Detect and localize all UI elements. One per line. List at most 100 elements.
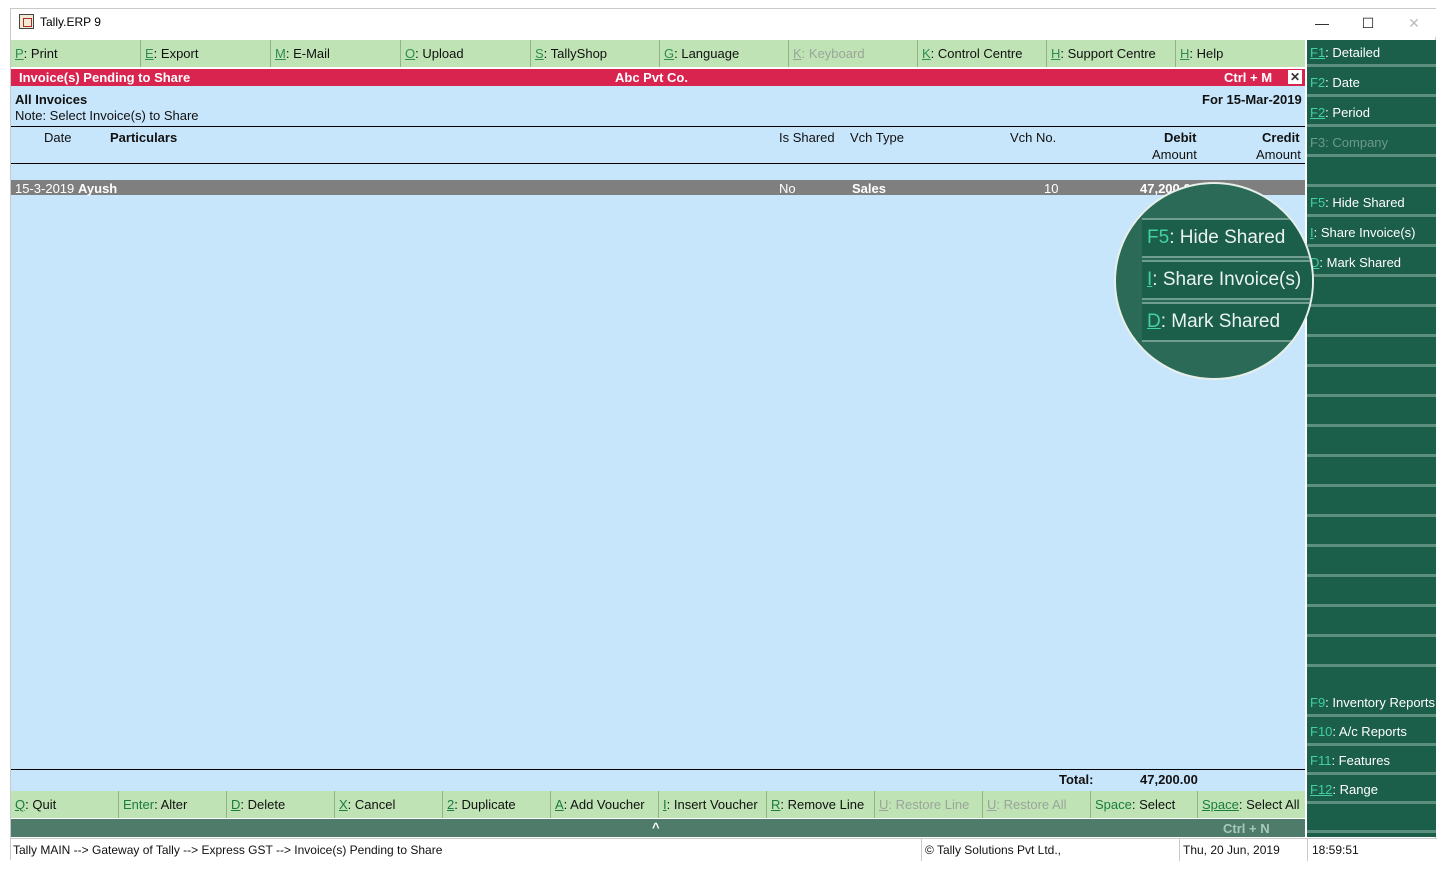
bottom-button-bar: Q: Quit Enter: Alter D: Delete X: Cancel…: [11, 791, 1305, 818]
row-is-shared: No: [779, 181, 796, 196]
control-centre-button[interactable]: K: Control Centre: [918, 40, 1047, 67]
total-label: Total:: [1059, 772, 1094, 787]
col-vch-type: Vch Type: [850, 130, 904, 145]
row-date: 15-3-2019: [15, 181, 75, 196]
mark-shared-button[interactable]: D: Mark Shared: [1307, 250, 1436, 277]
detailed-button[interactable]: F1: Detailed: [1307, 40, 1436, 67]
print-button[interactable]: P: Print: [11, 40, 141, 67]
upload-button[interactable]: O: Upload: [401, 40, 531, 67]
magnified-mark-shared: D: Mark Shared: [1142, 302, 1312, 342]
row-vch-type: Sales: [852, 181, 886, 196]
status-date: Thu, 20 Jun, 2019: [1183, 843, 1280, 857]
status-divider: [1307, 839, 1308, 861]
side-empty-button: [1307, 520, 1436, 547]
side-empty-button: [1307, 370, 1436, 397]
restore-all-button[interactable]: U: Restore All: [983, 791, 1091, 818]
report-note: Note: Select Invoice(s) to Share: [15, 108, 199, 123]
delete-button[interactable]: D: Delete: [227, 791, 335, 818]
side-empty-button: [1307, 280, 1436, 307]
side-empty-button: [1307, 310, 1436, 337]
magnifier-callout: F5: Hide Shared I: Share Invoice(s) D: M…: [1114, 182, 1314, 380]
window-title: Tally.ERP 9: [40, 15, 101, 29]
col-is-shared: Is Shared: [779, 130, 835, 145]
company-button[interactable]: F3: Company: [1307, 130, 1436, 157]
row-vch-no: 10: [1044, 181, 1059, 196]
col-vch-no: Vch No.: [1010, 130, 1057, 145]
side-empty-button: [1307, 490, 1436, 517]
status-time: 18:59:51: [1312, 843, 1359, 857]
col-date: Date: [44, 130, 72, 145]
report-title-bar: Invoice(s) Pending to Share Abc Pvt Co. …: [11, 69, 1305, 86]
copyright: © Tally Solutions Pvt Ltd.,: [925, 843, 1062, 857]
email-button[interactable]: M: E-Mail: [271, 40, 401, 67]
select-button[interactable]: Space: Select: [1091, 791, 1198, 818]
table-row[interactable]: 15-3-2019 Ayush No Sales 10 47,200.00: [11, 180, 1305, 196]
breadcrumb: Tally MAIN --> Gateway of Tally --> Expr…: [13, 843, 443, 857]
add-voucher-button[interactable]: A: Add Voucher: [551, 791, 659, 818]
quit-button[interactable]: Q: Quit: [11, 791, 119, 818]
report-title: Invoice(s) Pending to Share: [19, 70, 191, 85]
minimize-icon[interactable]: —: [1299, 9, 1345, 37]
row-particulars: Ayush: [78, 181, 118, 196]
range-button[interactable]: F12: Range: [1307, 777, 1436, 804]
side-empty-button: [1307, 580, 1436, 607]
cancel-button[interactable]: X: Cancel: [335, 791, 443, 818]
report-period[interactable]: For 15-Mar-2019: [1202, 92, 1302, 107]
magnified-hide-shared: F5: Hide Shared: [1142, 218, 1312, 258]
side-empty-button: [1307, 550, 1436, 577]
close-report-icon[interactable]: ✕: [1288, 70, 1302, 84]
support-centre-button[interactable]: H: Support Centre: [1047, 40, 1176, 67]
period-button[interactable]: F2: Period: [1307, 100, 1436, 127]
status-divider: [1179, 839, 1180, 861]
maximize-icon[interactable]: ☐: [1345, 9, 1391, 37]
alter-button[interactable]: Enter: Alter: [119, 791, 227, 818]
side-empty-button: [1307, 610, 1436, 637]
side-empty-button: [1307, 400, 1436, 427]
close-window-icon[interactable]: ✕: [1391, 9, 1437, 37]
side-empty-button: [1307, 430, 1436, 457]
top-button-bar: P: Print E: Export M: E-Mail O: Upload S…: [11, 40, 1305, 67]
hide-shared-button[interactable]: F5: Hide Shared: [1307, 190, 1436, 217]
keyboard-button[interactable]: K: Keyboard: [789, 40, 918, 67]
report-body: All Invoices Note: Select Invoice(s) to …: [11, 86, 1305, 791]
help-button[interactable]: H: Help: [1176, 40, 1305, 67]
side-empty-button: [1307, 460, 1436, 487]
col-particulars: Particulars: [110, 130, 178, 145]
title-bar: Tally.ERP 9 — ☐ ✕: [11, 9, 1437, 37]
tallyshop-button[interactable]: S: TallyShop: [531, 40, 660, 67]
ctrl-n-shortcut[interactable]: Ctrl + N: [1223, 821, 1270, 836]
company-name: Abc Pvt Co.: [615, 70, 688, 85]
features-button[interactable]: F11: Features: [1307, 748, 1436, 775]
header-divider-bottom: [11, 163, 1305, 164]
side-empty-button: [1307, 806, 1436, 833]
select-all-button[interactable]: Space: Select All: [1198, 791, 1304, 818]
language-button[interactable]: G: Language: [660, 40, 789, 67]
side-empty-button: [1307, 160, 1436, 187]
ac-reports-button[interactable]: F10: A/c Reports: [1307, 719, 1436, 746]
magnified-share-invoices: I: Share Invoice(s): [1142, 260, 1312, 300]
right-button-panel: F1: Detailed F2: Date F2: Period F3: Com…: [1307, 40, 1436, 837]
duplicate-button[interactable]: 2: Duplicate: [443, 791, 551, 818]
inventory-reports-button[interactable]: F9: Inventory Reports: [1307, 690, 1436, 717]
total-divider: [11, 769, 1305, 770]
status-bar: Tally MAIN --> Gateway of Tally --> Expr…: [11, 838, 1437, 861]
tally-app-icon: [19, 14, 34, 29]
report-subtitle: All Invoices: [15, 92, 88, 107]
side-empty-button: [1307, 340, 1436, 367]
ctrl-m-shortcut[interactable]: Ctrl + M: [1224, 70, 1272, 85]
application-window: Tally.ERP 9 — ☐ ✕ P: Print E: Export M: …: [10, 8, 1437, 861]
col-credit-amount: Amount: [1256, 147, 1301, 162]
date-button[interactable]: F2: Date: [1307, 70, 1436, 97]
share-invoices-button[interactable]: I: Share Invoice(s): [1307, 220, 1436, 247]
restore-line-button[interactable]: U: Restore Line: [875, 791, 983, 818]
insert-voucher-button[interactable]: I: Insert Voucher: [659, 791, 767, 818]
header-divider-top: [11, 126, 1305, 127]
export-button[interactable]: E: Export: [141, 40, 271, 67]
col-debit: Debit: [1164, 130, 1197, 145]
status-divider: [921, 839, 922, 861]
total-debit: 47,200.00: [1140, 772, 1198, 787]
expand-arrow-icon[interactable]: ^: [652, 820, 660, 835]
col-credit: Credit: [1262, 130, 1300, 145]
remove-line-button[interactable]: R: Remove Line: [767, 791, 875, 818]
side-empty-button: [1307, 640, 1436, 667]
